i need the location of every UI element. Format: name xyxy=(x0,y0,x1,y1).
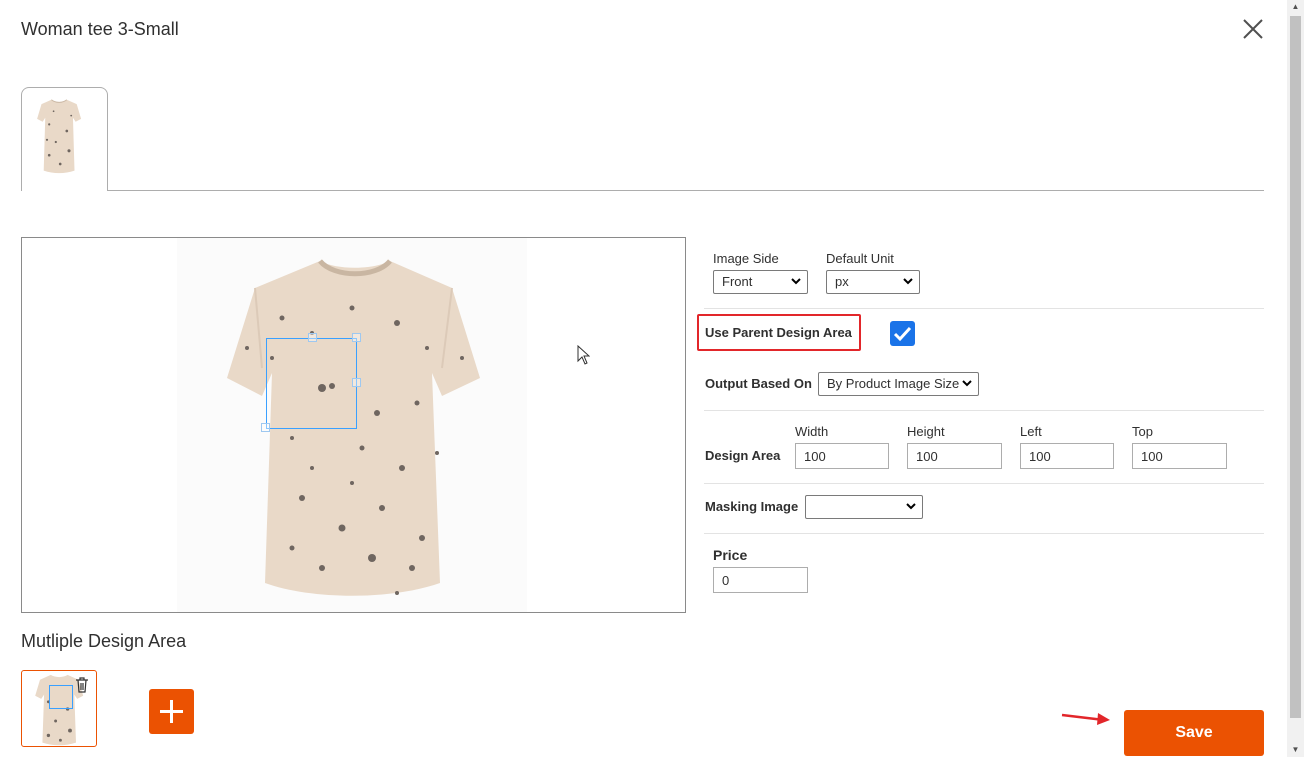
divider xyxy=(704,533,1264,534)
image-side-select[interactable]: Front xyxy=(713,270,808,294)
plus-icon xyxy=(160,700,183,723)
default-unit-select[interactable]: px xyxy=(826,270,920,294)
divider xyxy=(704,410,1264,411)
chevron-down-icon xyxy=(906,503,916,510)
use-parent-checkbox[interactable] xyxy=(890,321,915,346)
top-input[interactable]: 100 xyxy=(1132,443,1227,469)
design-area-label: Design Area xyxy=(705,448,781,463)
tshirt-thumbnail xyxy=(37,99,82,174)
resize-handle[interactable] xyxy=(261,423,270,432)
design-preview-canvas[interactable] xyxy=(21,237,686,613)
use-parent-label: Use Parent Design Area xyxy=(705,325,852,340)
side-handle[interactable] xyxy=(352,378,361,387)
width-label: Width xyxy=(795,424,829,439)
image-side-label: Image Side xyxy=(713,251,779,266)
default-unit-value: px xyxy=(835,274,849,289)
save-button[interactable]: Save xyxy=(1124,710,1264,756)
divider xyxy=(704,308,1264,309)
chevron-down-icon xyxy=(791,278,801,285)
height-label: Height xyxy=(907,424,945,439)
multiple-design-area-title: Mutliple Design Area xyxy=(21,631,187,651)
image-tab-front[interactable] xyxy=(21,87,108,191)
design-area-box[interactable] xyxy=(266,338,357,429)
modal-title: Woman tee 3-Small xyxy=(21,19,179,39)
mini-design-box xyxy=(49,685,73,709)
divider xyxy=(704,483,1264,484)
add-design-area-button[interactable] xyxy=(149,689,194,734)
masking-image-select[interactable] xyxy=(805,495,923,519)
scrollbar-thumb[interactable] xyxy=(1290,16,1301,718)
scroll-down-icon[interactable]: ▼ xyxy=(1287,743,1304,757)
scrollbar[interactable]: ▲ ▼ xyxy=(1287,0,1304,757)
height-input[interactable]: 100 xyxy=(907,443,1002,469)
chevron-down-icon xyxy=(903,278,913,285)
red-arrow-icon xyxy=(1061,713,1110,725)
scroll-up-icon[interactable]: ▲ xyxy=(1287,0,1304,14)
tab-divider xyxy=(108,190,1264,191)
close-icon[interactable] xyxy=(1241,17,1265,41)
price-label: Price xyxy=(713,547,748,563)
move-handle[interactable] xyxy=(308,333,317,342)
image-side-value: Front xyxy=(722,274,753,289)
default-unit-label: Default Unit xyxy=(826,251,894,266)
masking-image-label: Masking Image xyxy=(705,499,799,514)
left-input[interactable]: 100 xyxy=(1020,443,1114,469)
output-based-label: Output Based On xyxy=(705,376,812,391)
output-based-value: By Product Image Size xyxy=(827,376,960,391)
rotate-handle[interactable] xyxy=(352,333,361,342)
check-icon xyxy=(893,326,912,342)
design-area-thumbnail[interactable] xyxy=(21,670,97,747)
output-based-select[interactable]: By Product Image Size xyxy=(818,372,979,396)
top-label: Top xyxy=(1132,424,1153,439)
trash-icon[interactable] xyxy=(75,677,89,693)
left-label: Left xyxy=(1020,424,1042,439)
width-input[interactable]: 100 xyxy=(795,443,889,469)
mouse-cursor-icon xyxy=(577,345,590,365)
chevron-down-icon xyxy=(962,380,972,387)
price-input[interactable]: 0 xyxy=(713,567,808,593)
